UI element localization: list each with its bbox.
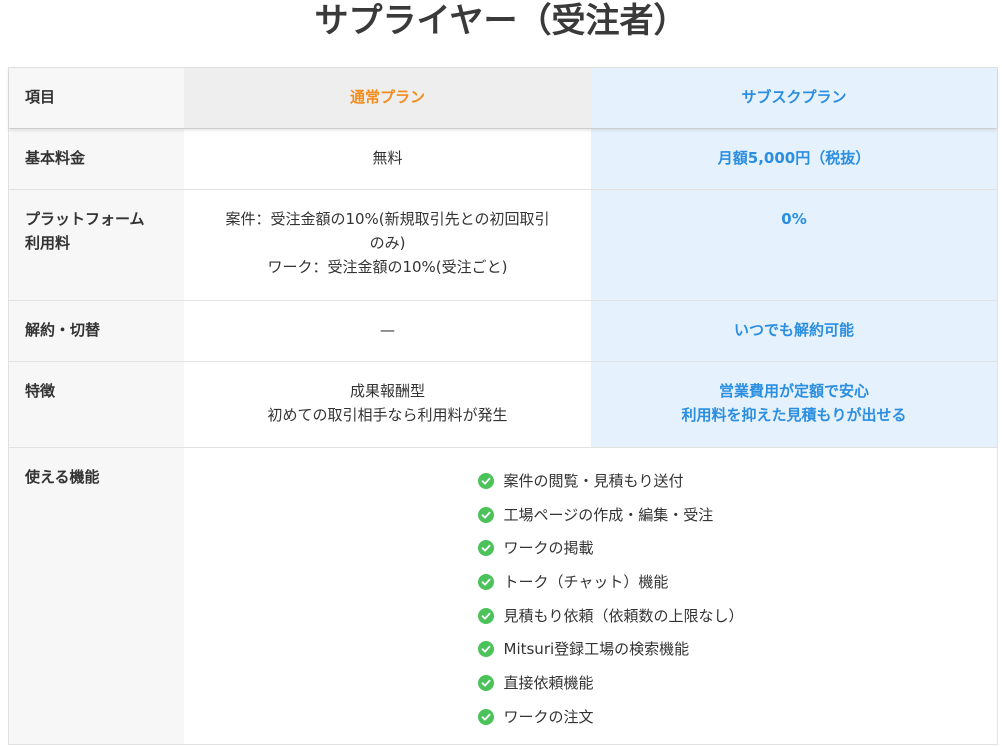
subscription-plan-line: 営業費用が定額で安心 [718, 382, 869, 400]
feature-text: ワークの掲載 [503, 539, 594, 558]
header-subscription-plan: サブスクプラン [591, 68, 997, 128]
table-row: 基本料金 無料 月額5,000円（税抜） [9, 128, 997, 189]
feature-list: 案件の閲覧・見積もり送付 工場ページの作成・編集・受注 ワークの掲載 トーク（チ… [477, 464, 778, 744]
subscription-plan-line: 0% [781, 210, 807, 228]
row-label-line: 利用料 [25, 234, 71, 252]
list-item: トーク（チャット）機能 [477, 565, 778, 599]
row-label-line: プラットフォーム [25, 210, 145, 228]
subscription-plan-value: 0% [591, 190, 997, 300]
features-row: 使える機能 案件の閲覧・見積もり送付 工場ページの作成・編集・受注 ワークの掲載 [9, 447, 997, 744]
row-label-line: 解約・切替 [25, 321, 101, 339]
list-item: ワークの注文 [477, 700, 778, 734]
list-item: 工場ページの作成・編集・受注 [477, 498, 778, 532]
feature-text: Mitsuri登録工場の検索機能 [503, 640, 690, 659]
subscription-plan-value: 月額5,000円（税抜） [591, 129, 997, 189]
list-item: 見積もり依頼（依頼数の上限なし） [477, 599, 778, 633]
feature-text: 見積もり依頼（依頼数の上限なし） [503, 606, 744, 625]
normal-plan-line: ワーク：受注金額の10%(受注ごと) [267, 258, 508, 276]
check-circle-icon [477, 708, 494, 725]
list-item: Mitsuri登録工場の検索機能 [477, 632, 778, 666]
subscription-plan-value: 営業費用が定額で安心 利用料を抑えた見積もりが出せる [591, 362, 997, 447]
row-label-line: 特徴 [25, 382, 56, 400]
row-label: プラットフォーム 利用料 [9, 190, 184, 300]
subscription-plan-line: 利用料を抑えた見積もりが出せる [681, 406, 907, 424]
check-circle-icon [477, 506, 494, 523]
plan-comparison-table: 項目 通常プラン サブスクプラン 基本料金 無料 月額5,000円（税抜） プラ… [8, 67, 998, 745]
normal-plan-line: 初めての取引相手なら利用料が発生 [267, 406, 508, 424]
table-row: 解約・切替 — いつでも解約可能 [9, 300, 997, 361]
normal-plan-line: 成果報酬型 [349, 382, 425, 400]
table-row: 特徴 成果報酬型 初めての取引相手なら利用料が発生 営業費用が定額で安心 利用料… [9, 361, 997, 447]
subscription-plan-line: いつでも解約可能 [733, 321, 854, 339]
table-header-row: 項目 通常プラン サブスクプラン [9, 68, 997, 128]
features-cell: 案件の閲覧・見積もり送付 工場ページの作成・編集・受注 ワークの掲載 トーク（チ… [184, 448, 997, 744]
list-item: ワークの掲載 [477, 531, 778, 565]
check-circle-icon [477, 540, 494, 557]
row-label: 基本料金 [9, 129, 184, 189]
normal-plan-line: 案件：受注金額の10%(新規取引先との初回取引 [225, 210, 550, 228]
header-normal-plan: 通常プラン [184, 68, 591, 128]
subscription-plan-value: いつでも解約可能 [591, 301, 997, 361]
row-label: 特徴 [9, 362, 184, 447]
check-circle-icon [477, 607, 494, 624]
table-row: プラットフォーム 利用料 案件：受注金額の10%(新規取引先との初回取引 のみ)… [9, 189, 997, 300]
row-label: 解約・切替 [9, 301, 184, 361]
page-title: サプライヤー（受注者） [314, 1, 688, 41]
check-circle-icon [477, 674, 494, 691]
subscription-plan-line: 月額5,000円（税抜） [717, 149, 871, 167]
feature-text: 直接依頼機能 [503, 673, 594, 692]
check-circle-icon [477, 573, 494, 590]
check-circle-icon [477, 641, 494, 658]
feature-text: ワークの注文 [503, 707, 594, 726]
normal-plan-value: 案件：受注金額の10%(新規取引先との初回取引 のみ) ワーク：受注金額の10%… [184, 190, 591, 300]
normal-plan-line: のみ) [369, 234, 406, 252]
feature-text: 工場ページの作成・編集・受注 [503, 505, 714, 524]
feature-text: 案件の閲覧・見積もり送付 [503, 471, 684, 490]
normal-plan-line: — [380, 321, 395, 339]
check-circle-icon [477, 472, 494, 489]
normal-plan-line: 無料 [372, 149, 403, 167]
feature-text: トーク（チャット）機能 [503, 572, 669, 591]
normal-plan-value: 成果報酬型 初めての取引相手なら利用料が発生 [184, 362, 591, 447]
header-label: 項目 [9, 68, 184, 128]
row-label-line: 基本料金 [25, 149, 86, 167]
list-item: 直接依頼機能 [477, 666, 778, 700]
normal-plan-value: 無料 [184, 129, 591, 189]
normal-plan-value: — [184, 301, 591, 361]
list-item: 案件の閲覧・見積もり送付 [477, 464, 778, 498]
features-label: 使える機能 [9, 448, 184, 744]
